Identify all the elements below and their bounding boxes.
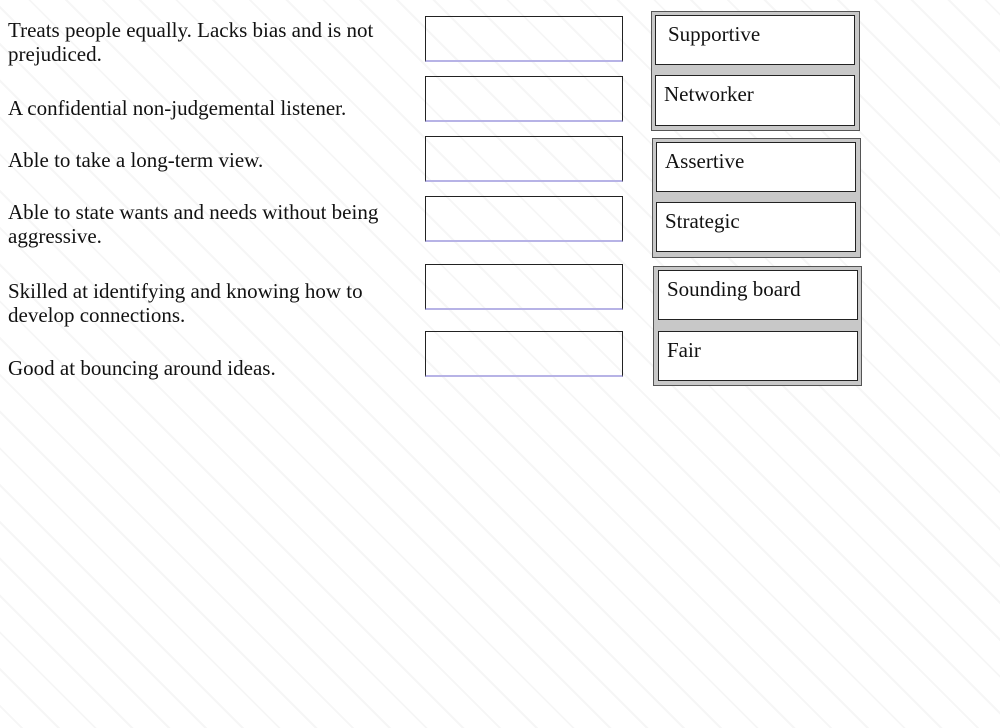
option-networker[interactable]: Networker xyxy=(655,75,855,126)
option-fair[interactable]: Fair xyxy=(658,331,858,381)
drop-target-1[interactable] xyxy=(425,16,623,62)
drop-target-4[interactable] xyxy=(425,196,623,242)
description-6: Good at bouncing around ideas. xyxy=(8,356,276,380)
drop-target-6[interactable] xyxy=(425,331,623,377)
description-4: Able to state wants and needs without be… xyxy=(8,200,379,248)
drop-target-5[interactable] xyxy=(425,264,623,310)
option-supportive[interactable]: Supportive xyxy=(655,15,855,65)
description-3: Able to take a long-term view. xyxy=(8,148,264,172)
option-strategic[interactable]: Strategic xyxy=(656,202,856,252)
drop-target-3[interactable] xyxy=(425,136,623,182)
description-5: Skilled at identifying and knowing how t… xyxy=(8,279,363,327)
option-sounding-board[interactable]: Sounding board xyxy=(658,270,858,320)
option-assertive[interactable]: Assertive xyxy=(656,142,856,192)
description-2: A confidential non-judgemental listener. xyxy=(8,96,347,120)
description-1: Treats people equally. Lacks bias and is… xyxy=(8,18,374,66)
drop-target-2[interactable] xyxy=(425,76,623,122)
